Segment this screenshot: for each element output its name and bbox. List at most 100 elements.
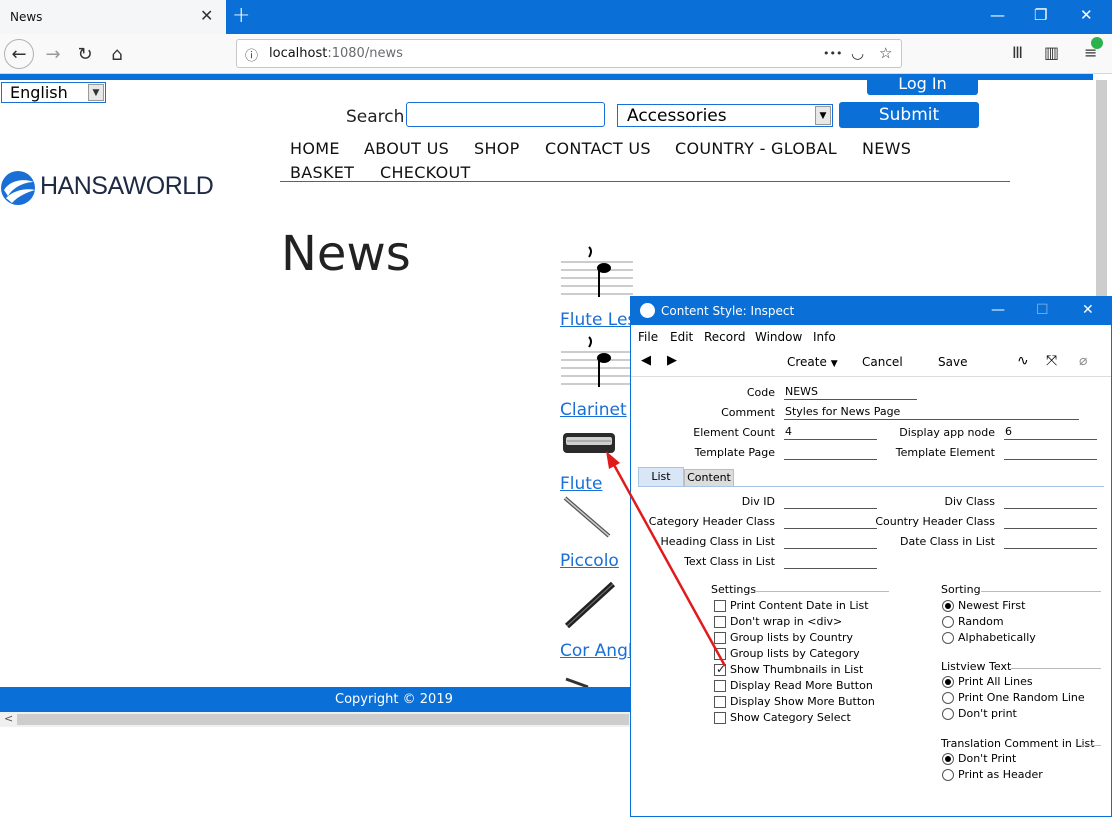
listview-option-radio[interactable] [942, 692, 954, 704]
minimize-icon[interactable]: — [990, 6, 1005, 24]
sorting-option-radio[interactable] [942, 600, 954, 612]
browser-tab[interactable]: News ✕ [0, 0, 226, 34]
flute-case-thumbnail[interactable] [561, 427, 617, 461]
setting-option-label[interactable]: Don't wrap in <div> [730, 615, 842, 628]
setting-option-label[interactable]: Group lists by Country [730, 631, 853, 644]
library-icon[interactable]: Ⅲ [1012, 43, 1023, 62]
scroll-left-icon[interactable]: < [4, 712, 13, 725]
menu-shop[interactable]: SHOP [474, 139, 520, 158]
listview-option-label[interactable]: Print One Random Line [958, 691, 1085, 704]
previous-record-icon[interactable]: ◀ [641, 353, 651, 368]
activity-icon[interactable]: ∿ [1017, 353, 1029, 369]
setting-option-checkbox[interactable] [714, 600, 726, 612]
news-link-flute-lessons[interactable]: Flute Les [560, 310, 636, 330]
translation-option-label[interactable]: Don't Print [958, 752, 1016, 765]
menu-news[interactable]: NEWS [862, 139, 911, 158]
reload-icon[interactable]: ↻ [70, 39, 100, 69]
setting-option-checkbox[interactable] [714, 648, 726, 660]
country-header-class-field[interactable] [1004, 515, 1097, 529]
info-icon[interactable]: ⓘ [245, 45, 258, 64]
chevron-down-icon[interactable]: ▼ [815, 106, 831, 125]
cancel-button[interactable]: Cancel [862, 355, 903, 369]
menu-window[interactable]: Window [755, 330, 802, 344]
create-button[interactable]: Create ▼ [787, 355, 838, 369]
element-count-field[interactable]: 4 [784, 426, 877, 440]
horizontal-scroll-thumb[interactable] [17, 714, 629, 725]
cor-anglais-thumbnail[interactable] [561, 578, 617, 632]
url-text[interactable]: localhost:1080/news [269, 46, 403, 61]
dialog-minimize-icon[interactable]: — [991, 302, 1005, 318]
vertical-scroll-thumb[interactable] [1096, 80, 1107, 296]
menu-checkout[interactable]: CHECKOUT [380, 163, 471, 182]
menu-info[interactable]: Info [813, 330, 836, 344]
new-tab-icon[interactable]: + [232, 3, 250, 28]
news-link-piccolo[interactable]: Piccolo [560, 551, 619, 571]
sorting-option-label[interactable]: Random [958, 615, 1004, 628]
display-app-node-field[interactable]: 6 [1004, 426, 1097, 440]
template-element-field[interactable] [1004, 446, 1097, 460]
url-bar[interactable]: ⓘ localhost:1080/news ••• ◡ ☆ [236, 39, 902, 68]
piccolo-thumbnail[interactable] [561, 494, 613, 542]
setting-option-label[interactable]: Display Show More Button [730, 695, 875, 708]
setting-option-label[interactable]: Show Category Select [730, 711, 851, 724]
back-arrow-icon[interactable]: ← [4, 39, 34, 69]
home-icon[interactable]: ⌂ [102, 39, 132, 69]
dialog-maximize-icon[interactable]: ☐ [1036, 302, 1049, 318]
vertical-scrollbar[interactable] [1093, 80, 1110, 296]
template-page-field[interactable] [784, 446, 877, 460]
attachment-icon[interactable]: ⌀ [1079, 353, 1087, 369]
login-button[interactable]: Log In [867, 74, 978, 95]
search-input[interactable] [406, 102, 605, 127]
menu-home[interactable]: HOME [290, 139, 340, 158]
submit-button[interactable]: Submit [839, 102, 979, 128]
setting-option-checkbox[interactable] [714, 616, 726, 628]
news-link-clarinet[interactable]: Clarinet [560, 400, 627, 420]
music-note-thumbnail[interactable] [561, 333, 635, 389]
listview-option-radio[interactable] [942, 676, 954, 688]
menu-about-us[interactable]: ABOUT US [364, 139, 449, 158]
setting-option-label[interactable]: Print Content Date in List [730, 599, 869, 612]
tab-list[interactable]: List [638, 467, 684, 487]
sorting-option-radio[interactable] [942, 616, 954, 628]
translation-option-radio[interactable] [942, 753, 954, 765]
setting-option-label[interactable]: Show Thumbnails in List [730, 663, 863, 676]
setting-option-label[interactable]: Display Read More Button [730, 679, 873, 692]
language-select[interactable]: English ▼ [1, 82, 106, 103]
translation-option-label[interactable]: Print as Header [958, 768, 1043, 781]
translation-option-radio[interactable] [942, 769, 954, 781]
tab-content[interactable]: Content [684, 469, 734, 487]
tab-close-icon[interactable]: ✕ [200, 6, 213, 25]
pocket-icon[interactable]: ◡ [851, 44, 864, 62]
comment-field[interactable]: Styles for News Page [784, 406, 1079, 420]
horizontal-scrollbar[interactable]: < [0, 712, 632, 727]
menu-record[interactable]: Record [704, 330, 745, 344]
dialog-title-bar[interactable]: Content Style: Inspect — ☐ ✕ [631, 297, 1111, 325]
text-class-field[interactable] [784, 555, 877, 569]
window-close-icon[interactable]: ✕ [1080, 6, 1093, 24]
sorting-option-radio[interactable] [942, 632, 954, 644]
setting-option-checkbox[interactable] [714, 632, 726, 644]
listview-option-label[interactable]: Don't print [958, 707, 1017, 720]
music-note-thumbnail[interactable] [561, 243, 635, 299]
page-actions-icon[interactable]: ••• [823, 47, 842, 60]
sorting-option-label[interactable]: Alphabetically [958, 631, 1036, 644]
date-class-field[interactable] [1004, 535, 1097, 549]
menu-country[interactable]: COUNTRY - GLOBAL [675, 139, 837, 158]
setting-option-checkbox[interactable] [714, 712, 726, 724]
restore-icon[interactable]: ❐ [1034, 6, 1047, 24]
menu-edit[interactable]: Edit [670, 330, 693, 344]
news-link-cor-anglais[interactable]: Cor Angl [560, 641, 633, 661]
setting-option-checkbox[interactable] [714, 696, 726, 708]
sidebar-icon[interactable]: ▥ [1044, 43, 1059, 62]
menu-contact-us[interactable]: CONTACT US [545, 139, 651, 158]
setting-option-checkbox[interactable] [714, 680, 726, 692]
code-field[interactable]: NEWS [784, 386, 917, 400]
sorting-option-label[interactable]: Newest First [958, 599, 1025, 612]
dialog-close-icon[interactable]: ✕ [1082, 302, 1094, 318]
news-link-flute[interactable]: Flute [560, 474, 602, 494]
next-record-icon[interactable]: ▶ [667, 353, 677, 368]
hansaworld-logo-icon[interactable] [0, 168, 38, 208]
bookmark-star-icon[interactable]: ☆ [879, 44, 892, 62]
setting-option-checkbox[interactable]: ✓ [714, 662, 726, 676]
menu-file[interactable]: File [638, 330, 658, 344]
